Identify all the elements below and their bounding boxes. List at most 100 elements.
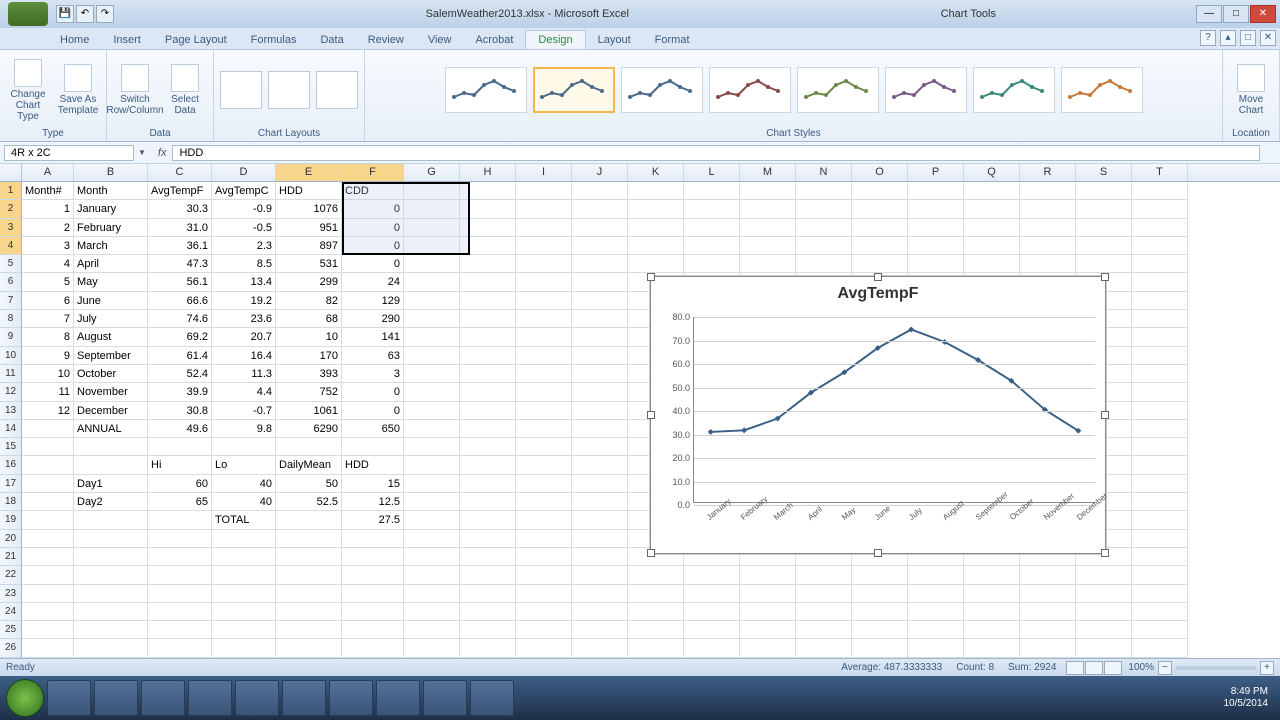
- cell-R4[interactable]: [1020, 237, 1076, 255]
- cell-A24[interactable]: [22, 603, 74, 621]
- taskbar-firefox-icon[interactable]: [141, 680, 185, 716]
- row-header-19[interactable]: 19: [0, 511, 22, 529]
- cell-F9[interactable]: 141: [342, 328, 404, 346]
- cell-I19[interactable]: [516, 511, 572, 529]
- cell-G3[interactable]: [404, 219, 460, 237]
- cell-E17[interactable]: 50: [276, 475, 342, 493]
- cell-I16[interactable]: [516, 456, 572, 474]
- cell-C3[interactable]: 31.0: [148, 219, 212, 237]
- row-header-13[interactable]: 13: [0, 402, 22, 420]
- row-header-18[interactable]: 18: [0, 493, 22, 511]
- row-header-25[interactable]: 25: [0, 621, 22, 639]
- row-header-6[interactable]: 6: [0, 273, 22, 291]
- cell-G4[interactable]: [404, 237, 460, 255]
- tab-review[interactable]: Review: [356, 31, 416, 49]
- cell-T3[interactable]: [1132, 219, 1188, 237]
- cell-B4[interactable]: March: [74, 237, 148, 255]
- cell-G13[interactable]: [404, 402, 460, 420]
- cell-T16[interactable]: [1132, 456, 1188, 474]
- col-header-H[interactable]: H: [460, 164, 516, 181]
- col-header-O[interactable]: O: [852, 164, 908, 181]
- cell-G15[interactable]: [404, 438, 460, 456]
- row-header-23[interactable]: 23: [0, 585, 22, 603]
- cell-H21[interactable]: [460, 548, 516, 566]
- cell-P24[interactable]: [908, 603, 964, 621]
- cell-E15[interactable]: [276, 438, 342, 456]
- cell-I6[interactable]: [516, 273, 572, 291]
- zoom-in-button[interactable]: +: [1260, 661, 1274, 675]
- cell-O5[interactable]: [852, 255, 908, 273]
- cell-J9[interactable]: [572, 328, 628, 346]
- cell-Q2[interactable]: [964, 200, 1020, 218]
- cell-J18[interactable]: [572, 493, 628, 511]
- cell-Q23[interactable]: [964, 585, 1020, 603]
- chart-style-2[interactable]: [533, 67, 615, 113]
- cell-K22[interactable]: [628, 566, 684, 584]
- cell-J23[interactable]: [572, 585, 628, 603]
- cell-I3[interactable]: [516, 219, 572, 237]
- cell-F4[interactable]: 0: [342, 237, 404, 255]
- cell-B6[interactable]: May: [74, 273, 148, 291]
- cell-J7[interactable]: [572, 292, 628, 310]
- cell-I25[interactable]: [516, 621, 572, 639]
- cell-L26[interactable]: [684, 639, 740, 657]
- cell-F23[interactable]: [342, 585, 404, 603]
- cell-D18[interactable]: 40: [212, 493, 276, 511]
- cell-D8[interactable]: 23.6: [212, 310, 276, 328]
- cell-A21[interactable]: [22, 548, 74, 566]
- cell-S24[interactable]: [1076, 603, 1132, 621]
- cell-L4[interactable]: [684, 237, 740, 255]
- file-button[interactable]: [8, 2, 48, 26]
- cell-T7[interactable]: [1132, 292, 1188, 310]
- taskbar-word-icon[interactable]: [470, 680, 514, 716]
- tab-insert[interactable]: Insert: [101, 31, 153, 49]
- cell-B21[interactable]: [74, 548, 148, 566]
- window-restore-icon[interactable]: □: [1240, 30, 1256, 46]
- taskbar-chrome-icon[interactable]: [94, 680, 138, 716]
- cell-R26[interactable]: [1020, 639, 1076, 657]
- row-header-12[interactable]: 12: [0, 383, 22, 401]
- row-header-22[interactable]: 22: [0, 566, 22, 584]
- cell-T13[interactable]: [1132, 402, 1188, 420]
- row-header-9[interactable]: 9: [0, 328, 22, 346]
- cell-E14[interactable]: 6290: [276, 420, 342, 438]
- cell-A23[interactable]: [22, 585, 74, 603]
- taskbar-som-icon[interactable]: [329, 680, 373, 716]
- cell-B18[interactable]: Day2: [74, 493, 148, 511]
- cell-B12[interactable]: November: [74, 383, 148, 401]
- close-button[interactable]: ✕: [1250, 5, 1276, 23]
- view-page-break-icon[interactable]: [1104, 661, 1122, 675]
- cell-I12[interactable]: [516, 383, 572, 401]
- cell-T25[interactable]: [1132, 621, 1188, 639]
- cell-C18[interactable]: 65: [148, 493, 212, 511]
- cell-S25[interactable]: [1076, 621, 1132, 639]
- cell-O25[interactable]: [852, 621, 908, 639]
- cell-I1[interactable]: [516, 182, 572, 200]
- view-page-layout-icon[interactable]: [1085, 661, 1103, 675]
- cell-C2[interactable]: 30.3: [148, 200, 212, 218]
- cell-J12[interactable]: [572, 383, 628, 401]
- cell-H1[interactable]: [460, 182, 516, 200]
- cell-G11[interactable]: [404, 365, 460, 383]
- cell-A17[interactable]: [22, 475, 74, 493]
- cell-N1[interactable]: [796, 182, 852, 200]
- chart-layout-2[interactable]: [268, 71, 310, 109]
- cell-H17[interactable]: [460, 475, 516, 493]
- cell-P1[interactable]: [908, 182, 964, 200]
- cell-M23[interactable]: [740, 585, 796, 603]
- taskbar-media-icon[interactable]: [235, 680, 279, 716]
- cell-T18[interactable]: [1132, 493, 1188, 511]
- cell-I10[interactable]: [516, 347, 572, 365]
- cell-H16[interactable]: [460, 456, 516, 474]
- cell-J3[interactable]: [572, 219, 628, 237]
- cell-L22[interactable]: [684, 566, 740, 584]
- cell-T21[interactable]: [1132, 548, 1188, 566]
- cell-J22[interactable]: [572, 566, 628, 584]
- cell-E25[interactable]: [276, 621, 342, 639]
- cell-Q1[interactable]: [964, 182, 1020, 200]
- cell-C13[interactable]: 30.8: [148, 402, 212, 420]
- cell-J8[interactable]: [572, 310, 628, 328]
- cell-I9[interactable]: [516, 328, 572, 346]
- cell-N5[interactable]: [796, 255, 852, 273]
- col-header-B[interactable]: B: [74, 164, 148, 181]
